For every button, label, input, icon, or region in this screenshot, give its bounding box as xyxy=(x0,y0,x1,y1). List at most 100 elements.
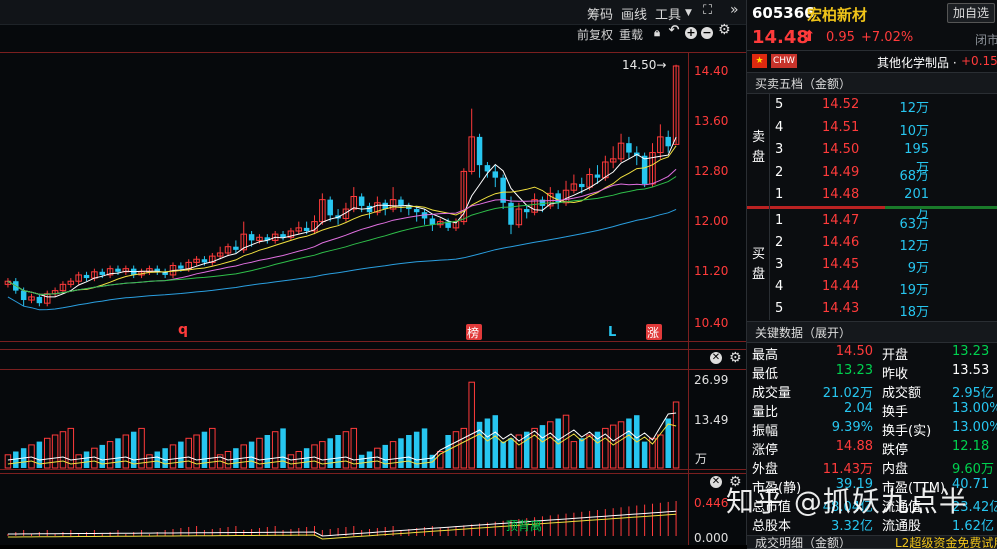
volume-bar xyxy=(99,444,106,468)
moving-average-lines xyxy=(7,136,677,311)
key-value: 9.60万 xyxy=(952,462,994,477)
price: 14.44 xyxy=(822,279,860,294)
volume-bar xyxy=(342,431,350,469)
candle-body xyxy=(523,209,530,213)
chw-badge: CHW xyxy=(771,54,797,68)
vol-y-tick: 26.99 xyxy=(694,373,728,387)
orderbook-sell-row[interactable]: 4 14.51 10万 xyxy=(747,117,997,140)
candle-body xyxy=(115,268,121,272)
volume-bar xyxy=(106,441,114,469)
level: 4 xyxy=(775,119,784,135)
orderbook-title: 买卖五档（金额） xyxy=(755,77,852,91)
orderbook-sell-row[interactable]: 5 14.52 12万 xyxy=(747,94,997,117)
vol-y-tick: 13.49 xyxy=(694,413,728,427)
orderbook-buy-row[interactable]: 5 14.43 18万 xyxy=(747,298,997,321)
orderbook-buy-row[interactable]: 4 14.44 19万 xyxy=(747,276,997,299)
stock-name: 宏柏新材 xyxy=(807,6,868,24)
buy-side-label: 买盘 xyxy=(752,247,766,282)
amount: 12万 xyxy=(899,101,929,116)
key-label: 跌停 xyxy=(882,443,909,458)
stock-code: 605366 xyxy=(752,4,815,22)
candle-body xyxy=(248,234,255,241)
add-watchlist-button[interactable]: 加自选 xyxy=(947,3,995,23)
key-label: 最高 xyxy=(752,348,779,363)
l2-trial-link[interactable]: L2超级资金免费试用 xyxy=(895,536,997,548)
volume-bar xyxy=(178,441,184,468)
key-data-row: 最高 14.50 开盘 13.23 xyxy=(747,343,997,363)
volume-bar xyxy=(389,441,397,469)
orderbook-buy-row[interactable]: 3 14.45 9万 xyxy=(747,254,997,277)
y-tick: 12.80 xyxy=(694,164,728,178)
volume-bar xyxy=(122,434,130,469)
key-data-header[interactable]: 关键数据（展开） xyxy=(747,321,997,343)
volume-bar xyxy=(51,434,59,469)
price: 14.48 xyxy=(822,187,860,202)
candle-body xyxy=(508,202,514,225)
y-tick: 10.40 xyxy=(694,316,728,330)
key-value: 13.23 xyxy=(952,344,990,359)
volume-bar xyxy=(248,441,255,468)
orderbook-sell-row[interactable]: 1 14.48 201万 xyxy=(747,184,997,221)
orderbook-buy-row[interactable]: 2 14.46 12万 xyxy=(747,232,997,255)
sector-name[interactable]: 其他化学制品 · xyxy=(877,54,957,71)
volume-bar xyxy=(154,451,161,468)
chart-area[interactable]: 筹码 画线 工具 ▼ ⛶ » 前复权 重载 🔒︎ ↶ + − ⚙ 14.50→ … xyxy=(0,0,746,545)
level: 5 xyxy=(775,301,784,316)
orderbook-header[interactable]: 买卖五档（金额） xyxy=(747,72,997,94)
key-data-row: 外盘 11.43万 内盘 9.60万 xyxy=(747,457,997,477)
level: 2 xyxy=(775,164,784,180)
candle-body xyxy=(233,246,239,250)
trade-detail-header[interactable]: 成交明细（金额） L2超级资金免费试用 xyxy=(747,535,997,549)
volume-bar xyxy=(657,434,664,469)
macd-lines xyxy=(7,510,677,540)
amount: 18万 xyxy=(899,305,929,320)
sell-side-label: 卖盘 xyxy=(752,130,766,165)
candle-body xyxy=(476,136,483,166)
volume-bar xyxy=(115,438,121,468)
orderbook-buy-row[interactable]: 1 14.47 63万 xyxy=(747,210,997,233)
key-value: 2.95亿 xyxy=(952,386,994,401)
volume-bar xyxy=(578,438,585,468)
key-value: 11.43万 xyxy=(822,462,873,477)
volume-bar xyxy=(508,438,514,468)
key-value: 13.00% xyxy=(952,420,997,435)
key-value: 13.23 xyxy=(835,363,873,378)
china-flag-icon: ★ xyxy=(752,54,767,68)
volume-bar xyxy=(185,437,192,469)
settings-gear-icon[interactable]: ⚙ xyxy=(729,350,742,366)
candle-body xyxy=(578,183,585,188)
kline-svg: 14.50→ 14.40 13.60 12.80 12.00 11.20 10.… xyxy=(0,52,746,545)
volume-bar xyxy=(476,421,483,468)
volume-bar xyxy=(311,444,318,469)
volume-bar xyxy=(586,434,593,469)
sector-change: +0.15% xyxy=(961,54,997,68)
price-change-pct: +7.02% xyxy=(861,30,914,45)
price: 14.43 xyxy=(822,301,860,316)
key-data-row: 量比 2.04 换手 13.00% xyxy=(747,400,997,420)
amount: 10万 xyxy=(899,123,929,139)
macd-y-tick: 0.446 xyxy=(694,496,728,510)
key-label: 成交额 xyxy=(882,386,922,401)
volume-bar xyxy=(460,427,468,469)
key-label: 内盘 xyxy=(882,462,909,477)
orderbook-sell-row[interactable]: 2 14.49 68万 xyxy=(747,162,997,185)
amount: 9万 xyxy=(907,261,929,276)
volume-bar xyxy=(358,454,365,468)
marker-bang[interactable]: 榜 xyxy=(467,325,479,340)
volume-bar xyxy=(28,444,35,469)
orderbook-sell-row[interactable]: 3 14.50 195万 xyxy=(747,139,997,176)
close-panel-icon[interactable]: ✕ xyxy=(710,476,722,488)
amount: 19万 xyxy=(899,283,929,298)
amount: 68万 xyxy=(899,168,929,184)
volume-bar xyxy=(421,428,428,468)
close-panel-icon[interactable]: ✕ xyxy=(710,352,722,364)
candle-body xyxy=(626,143,632,153)
level: 4 xyxy=(775,279,784,294)
y-tick: 11.20 xyxy=(694,264,728,278)
volume-bar xyxy=(83,451,90,468)
key-label: 昨收 xyxy=(882,367,909,382)
y-tick: 13.60 xyxy=(694,114,728,128)
marker-zhang[interactable]: 涨 xyxy=(647,325,659,340)
candle-body xyxy=(36,296,43,304)
volume-bar xyxy=(287,454,295,469)
